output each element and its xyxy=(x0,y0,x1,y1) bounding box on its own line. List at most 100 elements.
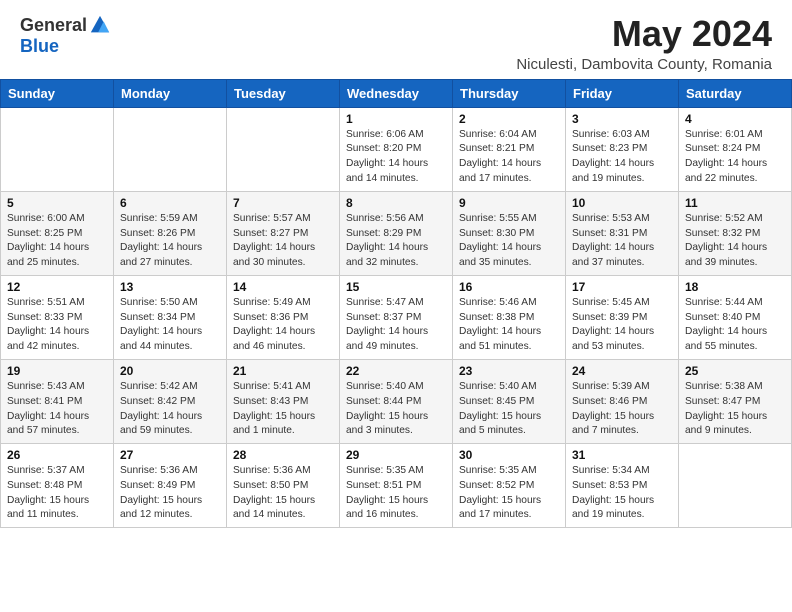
column-header-tuesday: Tuesday xyxy=(227,79,340,107)
calendar-cell: 9 Sunrise: 5:55 AMSunset: 8:30 PMDaylight… xyxy=(453,191,566,275)
day-number: 15 xyxy=(346,280,446,294)
day-number: 20 xyxy=(120,364,220,378)
day-number: 5 xyxy=(7,196,107,210)
calendar-cell: 8 Sunrise: 5:56 AMSunset: 8:29 PMDaylight… xyxy=(340,191,453,275)
day-number: 9 xyxy=(459,196,559,210)
calendar-cell: 31Sunrise: 5:34 AMSunset: 8:53 PMDayligh… xyxy=(566,444,679,528)
page-header: General Blue May 2024 Niculesti, Dambovi… xyxy=(0,0,792,79)
calendar-cell: 3Sunrise: 6:03 AMSunset: 8:23 PMDaylight… xyxy=(566,107,679,191)
calendar-cell: 28 Sunrise: 5:36 AMSunset: 8:50 PMDayligh… xyxy=(227,444,340,528)
day-number: 11 xyxy=(685,196,785,210)
day-number: 28 xyxy=(233,448,333,462)
day-number: 7 xyxy=(233,196,333,210)
calendar-cell: 20 Sunrise: 5:42 AMSunset: 8:42 PMDayligh… xyxy=(114,359,227,443)
column-header-thursday: Thursday xyxy=(453,79,566,107)
day-number: 23 xyxy=(459,364,559,378)
day-number: 6 xyxy=(120,196,220,210)
calendar-cell: 27 Sunrise: 5:36 AMSunset: 8:49 PMDayligh… xyxy=(114,444,227,528)
day-number: 17 xyxy=(572,280,672,294)
day-info: Sunrise: 5:35 AMSunset: 8:52 PMDaylight:… xyxy=(459,464,559,523)
week-row-4: 19 Sunrise: 5:43 AMSunset: 8:41 PMDayligh… xyxy=(1,359,792,443)
day-info: Sunrise: 5:36 AMSunset: 8:50 PMDaylight:… xyxy=(233,464,333,523)
calendar-cell: 4Sunrise: 6:01 AMSunset: 8:24 PMDaylight… xyxy=(679,107,792,191)
month-year-title: May 2024 xyxy=(516,14,772,54)
calendar-cell: 16 Sunrise: 5:46 AMSunset: 8:38 PMDayligh… xyxy=(453,275,566,359)
day-info: Sunrise: 5:36 AMSunset: 8:49 PMDaylight:… xyxy=(120,464,220,523)
calendar-cell: 14 Sunrise: 5:49 AMSunset: 8:36 PMDayligh… xyxy=(227,275,340,359)
calendar-cell: 11 Sunrise: 5:52 AMSunset: 8:32 PMDayligh… xyxy=(679,191,792,275)
calendar-cell: 10 Sunrise: 5:53 AMSunset: 8:31 PMDayligh… xyxy=(566,191,679,275)
day-info: Sunrise: 5:42 AMSunset: 8:42 PMDaylight:… xyxy=(120,380,220,439)
week-row-3: 12Sunrise: 5:51 AMSunset: 8:33 PMDayligh… xyxy=(1,275,792,359)
day-number: 21 xyxy=(233,364,333,378)
calendar-cell: 29Sunrise: 5:35 AMSunset: 8:51 PMDayligh… xyxy=(340,444,453,528)
calendar-cell: 24 Sunrise: 5:39 AMSunset: 8:46 PMDayligh… xyxy=(566,359,679,443)
calendar-cell: 26 Sunrise: 5:37 AMSunset: 8:48 PMDayligh… xyxy=(1,444,114,528)
week-row-1: 1 Sunrise: 6:06 AMSunset: 8:20 PMDaylight… xyxy=(1,107,792,191)
day-number: 26 xyxy=(7,448,107,462)
day-number: 30 xyxy=(459,448,559,462)
day-number: 25 xyxy=(685,364,785,378)
day-number: 1 xyxy=(346,112,446,126)
day-info: Sunrise: 5:35 AMSunset: 8:51 PMDaylight:… xyxy=(346,464,446,523)
day-info: Sunrise: 5:57 AMSunset: 8:27 PMDaylight:… xyxy=(233,212,333,271)
day-info: Sunrise: 5:44 AMSunset: 8:40 PMDaylight:… xyxy=(685,296,785,355)
day-info: Sunrise: 5:51 AMSunset: 8:33 PMDaylight:… xyxy=(7,296,107,355)
logo-icon xyxy=(89,14,111,36)
column-header-saturday: Saturday xyxy=(679,79,792,107)
calendar-cell: 30 Sunrise: 5:35 AMSunset: 8:52 PMDayligh… xyxy=(453,444,566,528)
day-number: 19 xyxy=(7,364,107,378)
day-number: 13 xyxy=(120,280,220,294)
day-number: 2 xyxy=(459,112,559,126)
calendar-cell: 19 Sunrise: 5:43 AMSunset: 8:41 PMDayligh… xyxy=(1,359,114,443)
day-info: Sunrise: 5:37 AMSunset: 8:48 PMDaylight:… xyxy=(7,464,107,523)
calendar-cell: 18Sunrise: 5:44 AMSunset: 8:40 PMDayligh… xyxy=(679,275,792,359)
day-info: Sunrise: 5:53 AMSunset: 8:31 PMDaylight:… xyxy=(572,212,672,271)
day-number: 8 xyxy=(346,196,446,210)
day-info: Sunrise: 5:59 AMSunset: 8:26 PMDaylight:… xyxy=(120,212,220,271)
week-row-2: 5 Sunrise: 6:00 AMSunset: 8:25 PMDaylight… xyxy=(1,191,792,275)
day-info: Sunrise: 5:41 AMSunset: 8:43 PMDaylight:… xyxy=(233,380,333,439)
calendar-cell xyxy=(679,444,792,528)
day-info: Sunrise: 5:55 AMSunset: 8:30 PMDaylight:… xyxy=(459,212,559,271)
day-number: 24 xyxy=(572,364,672,378)
calendar-cell: 25 Sunrise: 5:38 AMSunset: 8:47 PMDayligh… xyxy=(679,359,792,443)
day-info: Sunrise: 5:38 AMSunset: 8:47 PMDaylight:… xyxy=(685,380,785,439)
day-info: Sunrise: 5:56 AMSunset: 8:29 PMDaylight:… xyxy=(346,212,446,271)
day-info: Sunrise: 5:52 AMSunset: 8:32 PMDaylight:… xyxy=(685,212,785,271)
calendar-cell: 23Sunrise: 5:40 AMSunset: 8:45 PMDayligh… xyxy=(453,359,566,443)
day-number: 22 xyxy=(346,364,446,378)
calendar-cell xyxy=(227,107,340,191)
day-number: 10 xyxy=(572,196,672,210)
location-subtitle: Niculesti, Dambovita County, Romania xyxy=(516,56,772,73)
day-info: Sunrise: 5:45 AMSunset: 8:39 PMDaylight:… xyxy=(572,296,672,355)
day-number: 3 xyxy=(572,112,672,126)
calendar-cell: 2Sunrise: 6:04 AMSunset: 8:21 PMDaylight… xyxy=(453,107,566,191)
calendar-cell xyxy=(114,107,227,191)
calendar-cell: 6 Sunrise: 5:59 AMSunset: 8:26 PMDaylight… xyxy=(114,191,227,275)
day-number: 27 xyxy=(120,448,220,462)
day-info: Sunrise: 5:40 AMSunset: 8:44 PMDaylight:… xyxy=(346,380,446,439)
day-info: Sunrise: 5:49 AMSunset: 8:36 PMDaylight:… xyxy=(233,296,333,355)
calendar-cell xyxy=(1,107,114,191)
day-info: Sunrise: 5:46 AMSunset: 8:38 PMDaylight:… xyxy=(459,296,559,355)
calendar-cell: 12Sunrise: 5:51 AMSunset: 8:33 PMDayligh… xyxy=(1,275,114,359)
day-info: Sunrise: 5:43 AMSunset: 8:41 PMDaylight:… xyxy=(7,380,107,439)
calendar-cell: 17 Sunrise: 5:45 AMSunset: 8:39 PMDayligh… xyxy=(566,275,679,359)
day-info: Sunrise: 6:00 AMSunset: 8:25 PMDaylight:… xyxy=(7,212,107,271)
column-header-wednesday: Wednesday xyxy=(340,79,453,107)
logo: General Blue xyxy=(20,14,111,57)
calendar-header-row: SundayMondayTuesdayWednesdayThursdayFrid… xyxy=(1,79,792,107)
calendar-cell: 1 Sunrise: 6:06 AMSunset: 8:20 PMDaylight… xyxy=(340,107,453,191)
calendar-cell: 5 Sunrise: 6:00 AMSunset: 8:25 PMDaylight… xyxy=(1,191,114,275)
logo-blue-text: Blue xyxy=(20,36,59,57)
day-info: Sunrise: 5:47 AMSunset: 8:37 PMDaylight:… xyxy=(346,296,446,355)
day-info: Sunrise: 6:06 AMSunset: 8:20 PMDaylight:… xyxy=(346,128,446,187)
day-number: 14 xyxy=(233,280,333,294)
column-header-friday: Friday xyxy=(566,79,679,107)
calendar-cell: 21 Sunrise: 5:41 AMSunset: 8:43 PMDayligh… xyxy=(227,359,340,443)
day-info: Sunrise: 5:39 AMSunset: 8:46 PMDaylight:… xyxy=(572,380,672,439)
day-number: 16 xyxy=(459,280,559,294)
day-number: 4 xyxy=(685,112,785,126)
title-block: May 2024 Niculesti, Dambovita County, Ro… xyxy=(516,14,772,73)
